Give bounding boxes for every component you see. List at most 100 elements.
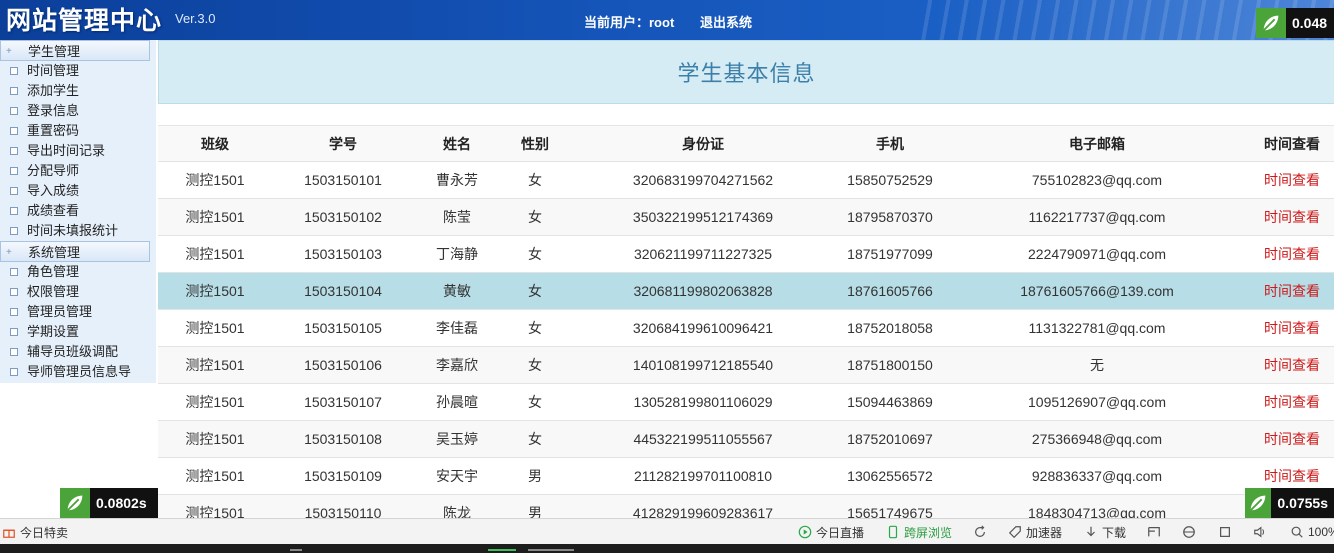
view-time-link[interactable]: 时间查看 <box>1250 466 1334 486</box>
sidebar-item-label: 权限管理 <box>27 284 80 299</box>
table-row[interactable]: 测控1501 1503150102 陈莹 女 350322199512174369 187… <box>158 199 1334 236</box>
view-time-link[interactable]: 时间查看 <box>1250 392 1334 412</box>
table-cell: 275366948@qq.com <box>1031 431 1163 447</box>
item-bullet-icon <box>10 368 18 376</box>
download-button[interactable]: 下载 <box>1084 519 1126 545</box>
table-row[interactable]: 测控1501 1503150105 李佳磊 女 320684199610096421 18… <box>158 310 1334 347</box>
view-time-link[interactable]: 时间查看 <box>1250 207 1334 227</box>
sidebar-item[interactable]: 登录信息 <box>0 101 156 121</box>
sidebar-group-system[interactable]: + 系统管理 <box>0 241 150 262</box>
sidebar-item-label: 成绩查看 <box>27 203 80 218</box>
live-button[interactable]: 今日直播 <box>798 519 864 545</box>
taskbar-item[interactable] <box>528 549 574 551</box>
table-row[interactable]: 测控1501 1503150101 曹永芳 女 320683199704271562 15… <box>158 162 1334 199</box>
timer-badge-top: 0.048 <box>1256 8 1334 38</box>
column-header[interactable]: 时间查看 <box>1250 134 1334 154</box>
item-bullet-icon <box>10 87 18 95</box>
sidebar-item[interactable]: 导入成绩 <box>0 181 156 201</box>
view-time-link[interactable]: 时间查看 <box>1250 429 1334 449</box>
item-bullet-icon <box>10 147 18 155</box>
leaf-icon <box>60 488 90 518</box>
table-cell: 1503150107 <box>304 394 382 410</box>
item-bullet-icon <box>10 167 18 175</box>
table-cell: 吴玉婷 <box>436 431 478 447</box>
table-cell: 曹永芳 <box>436 172 478 188</box>
item-bullet-icon <box>10 227 18 235</box>
sidebar-group-student[interactable]: + 学生管理 <box>0 40 150 61</box>
column-header[interactable]: 性别 <box>500 134 570 154</box>
column-header[interactable]: 手机 <box>836 134 944 154</box>
taskbar-item-active[interactable] <box>488 549 516 551</box>
volume-button[interactable] <box>1253 519 1267 545</box>
taskbar-item[interactable] <box>290 549 302 551</box>
view-time-link[interactable]: 时间查看 <box>1250 355 1334 375</box>
table-cell: 18751800150 <box>847 357 933 373</box>
sidebar-item[interactable]: 重置密码 <box>0 121 156 141</box>
sidebar-item[interactable]: 学期设置 <box>0 322 156 342</box>
table-cell: 测控1501 <box>185 209 245 225</box>
table-cell: 测控1501 <box>185 468 245 484</box>
today-sale-label: 今日特卖 <box>20 525 69 540</box>
browser-icon-button[interactable] <box>1182 519 1196 545</box>
item-bullet-icon <box>10 127 18 135</box>
table-row[interactable]: 测控1501 1503150109 安天宇 男 211282199701100810 13… <box>158 458 1334 495</box>
table-cell: 445322199511055567 <box>633 431 773 447</box>
item-bullet-icon <box>10 288 18 296</box>
table-cell: 15094463869 <box>847 394 933 410</box>
phone-icon <box>888 525 898 539</box>
item-bullet-icon <box>10 308 18 316</box>
table-row[interactable]: 测控1501 1503150103 丁海静 女 320621199711227325 18… <box>158 236 1334 273</box>
expand-icon: + <box>6 247 12 258</box>
table-cell: 18751977099 <box>847 246 933 262</box>
table-cell: 李佳磊 <box>436 320 478 336</box>
accelerator-label: 加速器 <box>1026 525 1063 540</box>
sidebar-item[interactable]: 角色管理 <box>0 262 156 282</box>
column-header[interactable]: 姓名 <box>414 134 500 154</box>
page-title-box: 学生基本信息 <box>158 40 1334 104</box>
accelerator-button[interactable]: 加速器 <box>1008 519 1062 545</box>
view-time-link[interactable]: 时间查看 <box>1250 244 1334 264</box>
table-cell: 1095126907@qq.com <box>1028 394 1166 410</box>
sidebar-item[interactable]: 导出时间记录 <box>0 141 156 161</box>
column-header[interactable]: 班级 <box>158 134 272 154</box>
table-row[interactable]: 测控1501 1503150108 吴玉婷 女 445322199511055567 18… <box>158 421 1334 458</box>
table-row[interactable]: 测控1501 1503150104 黄敏 女 320681199802063828 187… <box>158 273 1334 310</box>
zoom-button[interactable]: 100% <box>1290 519 1334 545</box>
sidebar-item-label: 辅导员班级调配 <box>27 344 119 359</box>
gift-icon <box>3 529 15 538</box>
sidebar-item[interactable]: 时间未填报统计 <box>0 221 156 241</box>
sidebar-item[interactable]: 分配导师 <box>0 161 156 181</box>
refresh-button[interactable] <box>973 519 987 545</box>
table-cell: 测控1501 <box>185 246 245 262</box>
sidebar-item[interactable]: 管理员管理 <box>0 302 156 322</box>
split-screen-button[interactable]: 跨屏浏览 <box>886 519 952 545</box>
table-row[interactable]: 测控1501 1503150107 孙晨暄 女 130528199801106029 15… <box>158 384 1334 421</box>
today-sale-button[interactable]: 今日特卖 <box>2 519 68 545</box>
view-time-link[interactable]: 时间查看 <box>1250 318 1334 338</box>
table-cell: 男 <box>528 468 542 484</box>
sidebar-item[interactable]: 辅导员班级调配 <box>0 342 156 362</box>
timer-value-left: 0.0802s <box>96 495 147 511</box>
table-cell: 1503150102 <box>304 209 382 225</box>
column-header[interactable]: 学号 <box>272 134 414 154</box>
column-header[interactable]: 电子邮箱 <box>944 134 1250 154</box>
table-cell: 130528199801106029 <box>633 394 773 410</box>
table-row[interactable]: 测控1501 1503150106 李嘉欣 女 140108199712185540 18… <box>158 347 1334 384</box>
restore-button[interactable] <box>1218 519 1232 545</box>
window-button[interactable] <box>1147 519 1161 545</box>
item-bullet-icon <box>10 67 18 75</box>
table-cell: 1503150108 <box>304 431 382 447</box>
view-time-link[interactable]: 时间查看 <box>1250 170 1334 190</box>
sidebar-item[interactable]: 权限管理 <box>0 282 156 302</box>
table-cell: 350322199512174369 <box>632 209 774 225</box>
sidebar-item[interactable]: 添加学生 <box>0 81 156 101</box>
logout-link[interactable]: 退出系统 <box>700 12 752 31</box>
table-header: 班级 学号 姓名 性别 身份证 手机 电子邮箱 时间查看 <box>158 125 1334 162</box>
sidebar-group-label: 系统管理 <box>28 245 81 260</box>
sidebar-item[interactable]: 导师管理员信息导 <box>0 362 156 382</box>
sidebar-item[interactable]: 成绩查看 <box>0 201 156 221</box>
sidebar-item[interactable]: 时间管理 <box>0 61 156 81</box>
view-time-link[interactable]: 时间查看 <box>1250 281 1334 301</box>
table-cell: 1503150109 <box>304 468 382 484</box>
column-header[interactable]: 身份证 <box>570 134 836 154</box>
